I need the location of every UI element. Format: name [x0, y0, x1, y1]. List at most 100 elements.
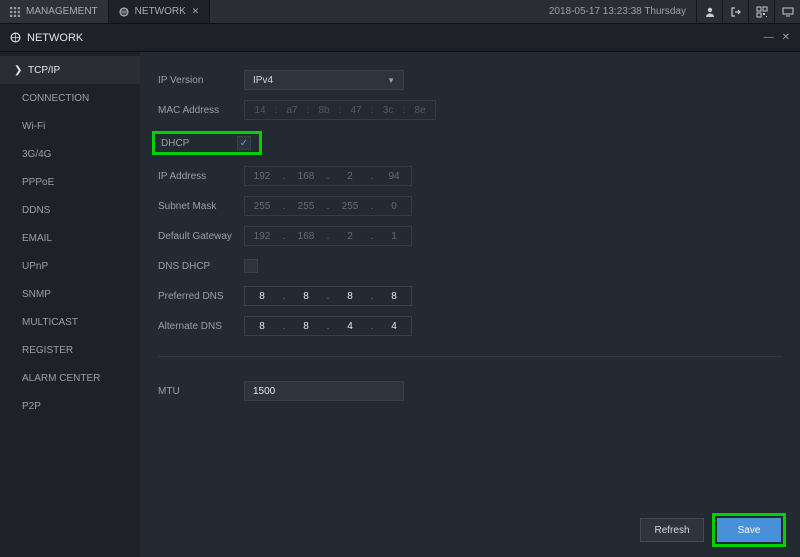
- sidebar-item-tcpip[interactable]: ❯ TCP/IP: [0, 56, 140, 84]
- sidebar-item-label: P2P: [22, 401, 41, 412]
- mac-octet: 3c: [377, 105, 399, 116]
- sidebar-item-label: SNMP: [22, 289, 51, 300]
- highlight-save: Save: [712, 513, 786, 547]
- row-alt-dns: Alternate DNS 8. 8. 4. 4: [158, 316, 782, 336]
- footer-actions: Refresh Save: [640, 513, 786, 547]
- ip-octet: 4: [333, 321, 367, 332]
- sidebar-item-label: UPnP: [22, 261, 48, 272]
- sidebar-item-label: CONNECTION: [22, 93, 89, 104]
- main-panel: IP Version IPv4 ▼ MAC Address 14: a7: 8b…: [140, 52, 800, 557]
- gateway-field: 192. 168. 2. 1: [244, 226, 412, 246]
- ip-octet: 8: [289, 321, 323, 332]
- sidebar-item-multicast[interactable]: MULTICAST: [0, 308, 140, 336]
- sidebar-item-label: EMAIL: [22, 233, 52, 244]
- panel-header: NETWORK — ✕: [0, 24, 800, 52]
- ip-octet: 94: [377, 171, 411, 182]
- row-dhcp: DHCP: [152, 130, 776, 156]
- ip-octet: 168: [289, 171, 323, 182]
- sidebar-item-3g4g[interactable]: 3G/4G: [0, 140, 140, 168]
- row-gateway: Default Gateway 192. 168. 2. 1: [158, 226, 782, 246]
- dns-dhcp-checkbox[interactable]: [244, 259, 258, 273]
- sidebar-item-alarm-center[interactable]: ALARM CENTER: [0, 364, 140, 392]
- ip-octet: 8: [377, 291, 411, 302]
- sidebar-item-connection[interactable]: CONNECTION: [0, 84, 140, 112]
- minimize-button[interactable]: —: [764, 32, 774, 43]
- ip-octet: 2: [333, 171, 367, 182]
- sidebar-item-label: MULTICAST: [22, 317, 78, 328]
- mac-octet: a7: [281, 105, 303, 116]
- divider: [158, 356, 782, 357]
- tab-management[interactable]: MANAGEMENT: [0, 0, 109, 23]
- sidebar-item-p2p[interactable]: P2P: [0, 392, 140, 420]
- ip-octet: 255: [333, 201, 367, 212]
- qr-icon[interactable]: [748, 0, 774, 23]
- sidebar-item-label: Wi-Fi: [22, 121, 45, 132]
- ip-address-field: 192. 168. 2. 94: [244, 166, 412, 186]
- datetime-label: 2018-05-17 13:23:38 Thursday: [539, 0, 696, 23]
- tab-network[interactable]: NETWORK ✕: [109, 0, 211, 23]
- sidebar-item-wifi[interactable]: Wi-Fi: [0, 112, 140, 140]
- grid-icon: [10, 7, 20, 17]
- chevron-right-icon: ❯: [14, 65, 22, 76]
- sidebar-item-label: TCP/IP: [28, 65, 60, 76]
- tab-label: NETWORK: [135, 6, 186, 17]
- row-mac: MAC Address 14: a7: 8b: 47: 3c: 8e: [158, 100, 782, 120]
- caret-down-icon: ▼: [387, 76, 395, 85]
- close-icon[interactable]: ✕: [192, 6, 200, 17]
- label-ip: IP Address: [158, 171, 244, 182]
- preferred-dns-field[interactable]: 8. 8. 8. 8: [244, 286, 412, 306]
- sidebar-item-email[interactable]: EMAIL: [0, 224, 140, 252]
- label-gateway: Default Gateway: [158, 231, 244, 242]
- label-dhcp: DHCP: [157, 138, 237, 149]
- sidebar-item-label: DDNS: [22, 205, 50, 216]
- row-dns-dhcp: DNS DHCP: [158, 256, 782, 276]
- label-mtu: MTU: [158, 386, 244, 397]
- close-button[interactable]: ✕: [782, 32, 790, 43]
- ip-version-select[interactable]: IPv4 ▼: [244, 70, 404, 90]
- ip-octet: 255: [245, 201, 279, 212]
- mac-octet: 14: [249, 105, 271, 116]
- logout-icon[interactable]: [722, 0, 748, 23]
- label-alt-dns: Alternate DNS: [158, 321, 244, 332]
- sidebar-item-register[interactable]: REGISTER: [0, 336, 140, 364]
- globe-icon: [10, 32, 21, 43]
- top-tab-bar: MANAGEMENT NETWORK ✕ 2018-05-17 13:23:38…: [0, 0, 800, 24]
- save-button[interactable]: Save: [717, 518, 781, 542]
- highlight-dhcp: DHCP: [152, 131, 262, 155]
- label-pref-dns: Preferred DNS: [158, 291, 244, 302]
- ip-octet: 8: [333, 291, 367, 302]
- mac-octet: 8b: [313, 105, 335, 116]
- ip-octet: 8: [289, 291, 323, 302]
- monitor-icon[interactable]: [774, 0, 800, 23]
- row-ip: IP Address 192. 168. 2. 94: [158, 166, 782, 186]
- subnet-mask-field: 255. 255. 255. 0: [244, 196, 412, 216]
- label-ip-version: IP Version: [158, 75, 244, 86]
- label-subnet: Subnet Mask: [158, 201, 244, 212]
- sidebar-item-pppoe[interactable]: PPPoE: [0, 168, 140, 196]
- ip-octet: 8: [245, 291, 279, 302]
- ip-octet: 255: [289, 201, 323, 212]
- refresh-button[interactable]: Refresh: [640, 518, 704, 542]
- row-ip-version: IP Version IPv4 ▼: [158, 70, 782, 90]
- mac-address-field: 14: a7: 8b: 47: 3c: 8e: [244, 100, 436, 120]
- sidebar: ❯ TCP/IP CONNECTION Wi-Fi 3G/4G PPPoE DDN…: [0, 52, 140, 557]
- label-mac: MAC Address: [158, 105, 244, 116]
- row-pref-dns: Preferred DNS 8. 8. 8. 8: [158, 286, 782, 306]
- ip-octet: 192: [245, 231, 279, 242]
- globe-icon: [119, 7, 129, 17]
- sidebar-item-label: 3G/4G: [22, 149, 51, 160]
- alternate-dns-field[interactable]: 8. 8. 4. 4: [244, 316, 412, 336]
- ip-octet: 0: [377, 201, 411, 212]
- ip-octet: 8: [245, 321, 279, 332]
- dhcp-checkbox[interactable]: [237, 136, 251, 150]
- sidebar-item-ddns[interactable]: DDNS: [0, 196, 140, 224]
- mtu-input[interactable]: [244, 381, 404, 401]
- ip-octet: 168: [289, 231, 323, 242]
- user-icon[interactable]: [696, 0, 722, 23]
- ip-octet: 2: [333, 231, 367, 242]
- mac-octet: 47: [345, 105, 367, 116]
- sidebar-item-upnp[interactable]: UPnP: [0, 252, 140, 280]
- sidebar-item-label: PPPoE: [22, 177, 54, 188]
- sidebar-item-snmp[interactable]: SNMP: [0, 280, 140, 308]
- ip-octet: 4: [377, 321, 411, 332]
